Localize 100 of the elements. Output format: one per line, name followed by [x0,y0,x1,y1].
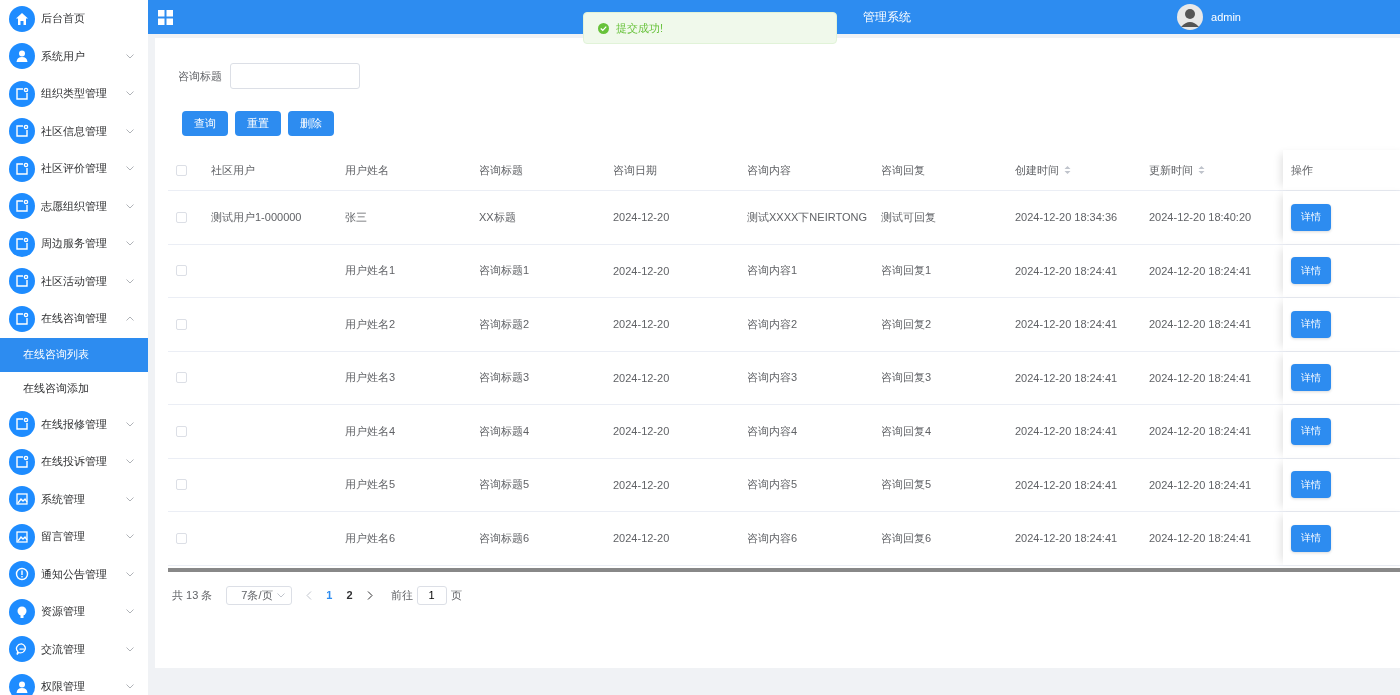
sidebar-item[interactable]: 权限管理 [0,668,148,695]
table-cell: 2024-12-20 [613,425,670,438]
table-cell: 2024-12-20 18:24:41 [1015,264,1118,277]
sidebar-item[interactable]: 在线投诉管理 [0,443,148,481]
row-checkbox[interactable] [176,265,187,277]
table-cell: 2024-12-20 18:40:20 [1149,211,1252,224]
table-cell: 咨询回复4 [881,423,932,439]
menu-icon [15,49,29,64]
row-checkbox[interactable] [176,532,187,544]
table-cell: XX标题 [479,209,516,225]
row-checkbox[interactable] [176,211,187,223]
table-cell: 2024-12-20 18:24:41 [1149,532,1252,545]
table-cell: 用户姓名5 [345,477,396,493]
table-cell: 咨询回复1 [881,263,932,279]
next-page-icon[interactable] [366,590,373,600]
sidebar-item[interactable]: 系统管理 [0,480,148,518]
menu-icon [15,679,29,694]
column-header: 咨询内容 [747,162,791,178]
sidebar-item[interactable]: 留言管理 [0,518,148,556]
table-cell: 2024-12-20 18:24:41 [1015,318,1118,331]
grid-icon[interactable] [158,9,173,25]
sidebar-item[interactable]: 社区信息管理 [0,112,148,150]
menu-icon [15,529,29,544]
table-cell: 2024-12-20 [613,318,670,331]
column-header: 咨询回复 [881,162,925,178]
menu-icon [15,11,29,26]
success-icon [598,22,609,34]
field-label: 咨询标题 [178,68,222,84]
toast-message: 提交成功! [616,20,664,36]
sidebar-item[interactable]: 组织类型管理 [0,75,148,113]
table-cell: 咨询回复3 [881,370,932,386]
table-cell: 咨询内容3 [747,370,798,386]
row-checkbox[interactable] [176,425,187,437]
menu-icon [15,417,29,432]
menu-icon [15,492,29,507]
table-cell: 咨询内容2 [747,316,798,332]
table-cell: 2024-12-20 18:24:41 [1149,425,1252,438]
avatar[interactable] [1177,4,1204,30]
sidebar-item[interactable]: 通知公告管理 [0,555,148,593]
column-header: 更新时间 [1149,162,1193,178]
table-cell: 2024-12-20 18:24:41 [1015,371,1118,384]
row-checkbox[interactable] [176,372,187,384]
sidebar-item[interactable]: 志愿组织管理 [0,187,148,225]
menu-icon [15,311,29,326]
table-cell: 2024-12-20 [613,211,670,224]
menu-icon [15,274,29,289]
sidebar-item[interactable]: 交流管理 [0,630,148,668]
page-size-select[interactable]: 7条/页 [226,585,293,605]
sort-icon[interactable] [1064,165,1071,175]
submenu-item[interactable]: 在线咨询添加 [0,371,148,406]
table-cell: 2024-12-20 18:24:41 [1149,264,1252,277]
table-cell: 2024-12-20 [613,264,670,277]
table-cell: 用户姓名2 [345,316,396,332]
table-cell: 测试用户1-000000 [211,209,302,225]
page-field[interactable]: 1 [416,585,447,605]
caret-icon [277,592,286,598]
goto-label: 前往 [390,587,413,603]
menu-icon [15,604,29,619]
page-number[interactable]: 2 [346,589,353,601]
table-cell: 用户姓名6 [345,530,396,546]
sidebar-item[interactable]: 后台首页 [0,0,148,38]
menu-icon [15,454,29,469]
table-cell: 咨询回复2 [881,316,932,332]
row-checkbox[interactable] [176,479,187,491]
column-header: 咨询标题 [479,162,523,178]
table-cell: 2024-12-20 [613,478,670,491]
menu-icon [15,642,29,657]
sidebar-item[interactable]: 社区评价管理 [0,150,148,188]
table-cell: 测试可回复 [881,209,936,225]
sidebar-item[interactable]: 周边服务管理 [0,225,148,263]
sidebar-item[interactable]: 社区活动管理 [0,262,148,300]
table-cell: 咨询回复5 [881,477,932,493]
select-all-checkbox[interactable] [176,164,187,176]
table-cell: 2024-12-20 18:24:41 [1015,532,1118,545]
sidebar-item[interactable]: 资源管理 [0,593,148,631]
table-cell: 咨询标题2 [479,316,530,332]
column-header: 咨询日期 [613,162,657,178]
row-checkbox[interactable] [176,318,187,330]
column-header: 社区用户 [211,162,255,178]
table-cell: 用户姓名4 [345,423,396,439]
previous-page-icon[interactable] [306,590,313,600]
table-cell: 咨询回复6 [881,530,932,546]
sidebar-item[interactable]: 在线咨询管理 [0,300,148,338]
scrollbar[interactable] [168,567,1400,572]
column-header: 创建时间 [1015,162,1059,178]
table-cell: 咨询标题5 [479,477,530,493]
goto-suffix: 页 [450,587,462,603]
sidebar-item[interactable]: 系统用户 [0,37,148,75]
table-cell: 2024-12-20 18:24:41 [1015,478,1118,491]
menu-icon [15,86,29,101]
table-cell: 2024-12-20 18:24:41 [1149,318,1252,331]
table-cell: 2024-12-20 18:24:41 [1149,371,1252,384]
menu-icon [15,199,29,214]
sort-icon[interactable] [1198,165,1205,175]
sidebar-item[interactable]: 在线报修管理 [0,405,148,443]
total-count: 共 13 条 [172,587,213,603]
title-search-field[interactable] [230,63,360,89]
table-cell: 2024-12-20 [613,371,670,384]
table-cell: 咨询内容1 [747,263,798,279]
table-cell: 2024-12-20 18:24:41 [1149,478,1252,491]
